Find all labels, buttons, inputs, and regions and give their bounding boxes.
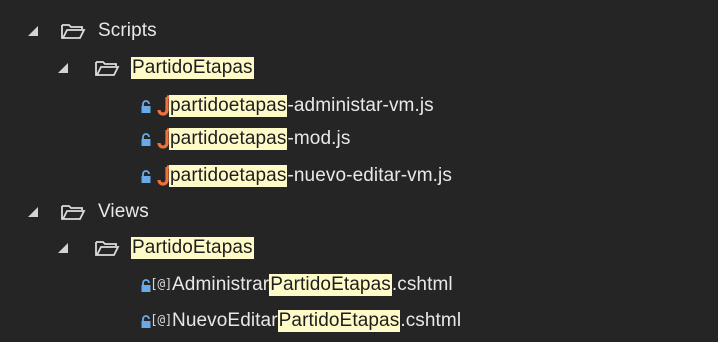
razor-file-icon: [@] — [150, 313, 172, 328]
file-label: NuevoEditar PartidoEtapas .cshtml — [172, 306, 461, 336]
collapse-arrow-icon[interactable] — [28, 207, 38, 217]
tree-node-views[interactable]: Views — [0, 195, 718, 229]
file-label: Administrar PartidoEtapas .cshtml — [172, 270, 453, 300]
collapse-arrow-icon[interactable] — [58, 63, 68, 73]
file-name-rest: -administar-vm.js — [287, 95, 434, 116]
file-name-prefix: Administrar — [172, 274, 270, 295]
folder-label: PartidoEtapas — [131, 233, 254, 263]
search-highlight: PartidoEtapas — [131, 237, 254, 259]
tree-node-views-partidoetapas[interactable]: PartidoEtapas — [0, 231, 718, 265]
lock-icon — [141, 100, 151, 113]
collapse-arrow-icon[interactable] — [28, 26, 38, 36]
folder-open-icon — [95, 241, 120, 256]
lock-icon — [141, 133, 151, 146]
tree-node-scripts-partidoetapas[interactable]: PartidoEtapas — [0, 51, 718, 85]
folder-label: PartidoEtapas — [131, 53, 254, 83]
search-highlight: PartidoEtapas — [131, 57, 254, 79]
tree-node-cshtml-file[interactable]: [@] NuevoEditar PartidoEtapas .cshtml — [0, 304, 718, 338]
tree-node-js-file[interactable]: partidoetapas -mod.js — [0, 122, 718, 156]
folder-label: Scripts — [98, 20, 157, 41]
tree-node-cshtml-file[interactable]: [@] Administrar PartidoEtapas .cshtml — [0, 268, 718, 302]
file-name-suffix: .cshtml — [391, 274, 453, 295]
lock-icon — [141, 170, 151, 183]
search-highlight: PartidoEtapas — [277, 310, 401, 332]
folder-open-icon — [61, 24, 86, 39]
file-name-rest: -mod.js — [287, 128, 351, 149]
tree-node-scripts[interactable]: Scripts — [0, 14, 718, 48]
collapse-arrow-icon[interactable] — [58, 243, 68, 253]
folder-open-icon — [95, 61, 120, 76]
file-label: partidoetapas -administar-vm.js — [169, 91, 434, 121]
tree-node-js-file[interactable]: partidoetapas -administar-vm.js — [0, 89, 718, 123]
razor-file-icon: [@] — [150, 277, 172, 292]
file-name-suffix: .cshtml — [400, 310, 462, 331]
file-label: partidoetapas -nuevo-editar-vm.js — [169, 161, 452, 191]
file-name-prefix: NuevoEditar — [172, 310, 278, 331]
tree-node-js-file[interactable]: partidoetapas -nuevo-editar-vm.js — [0, 159, 718, 193]
folder-open-icon — [61, 205, 86, 220]
file-label: partidoetapas -mod.js — [169, 124, 350, 154]
solution-explorer-tree: Scripts PartidoEtapas partidoetapas -admi… — [0, 0, 718, 342]
search-highlight: partidoetapas — [169, 165, 288, 187]
search-highlight: partidoetapas — [169, 95, 288, 117]
file-name-rest: -nuevo-editar-vm.js — [287, 165, 452, 186]
search-highlight: partidoetapas — [169, 128, 288, 150]
search-highlight: PartidoEtapas — [269, 274, 392, 296]
folder-label: Views — [98, 201, 149, 222]
